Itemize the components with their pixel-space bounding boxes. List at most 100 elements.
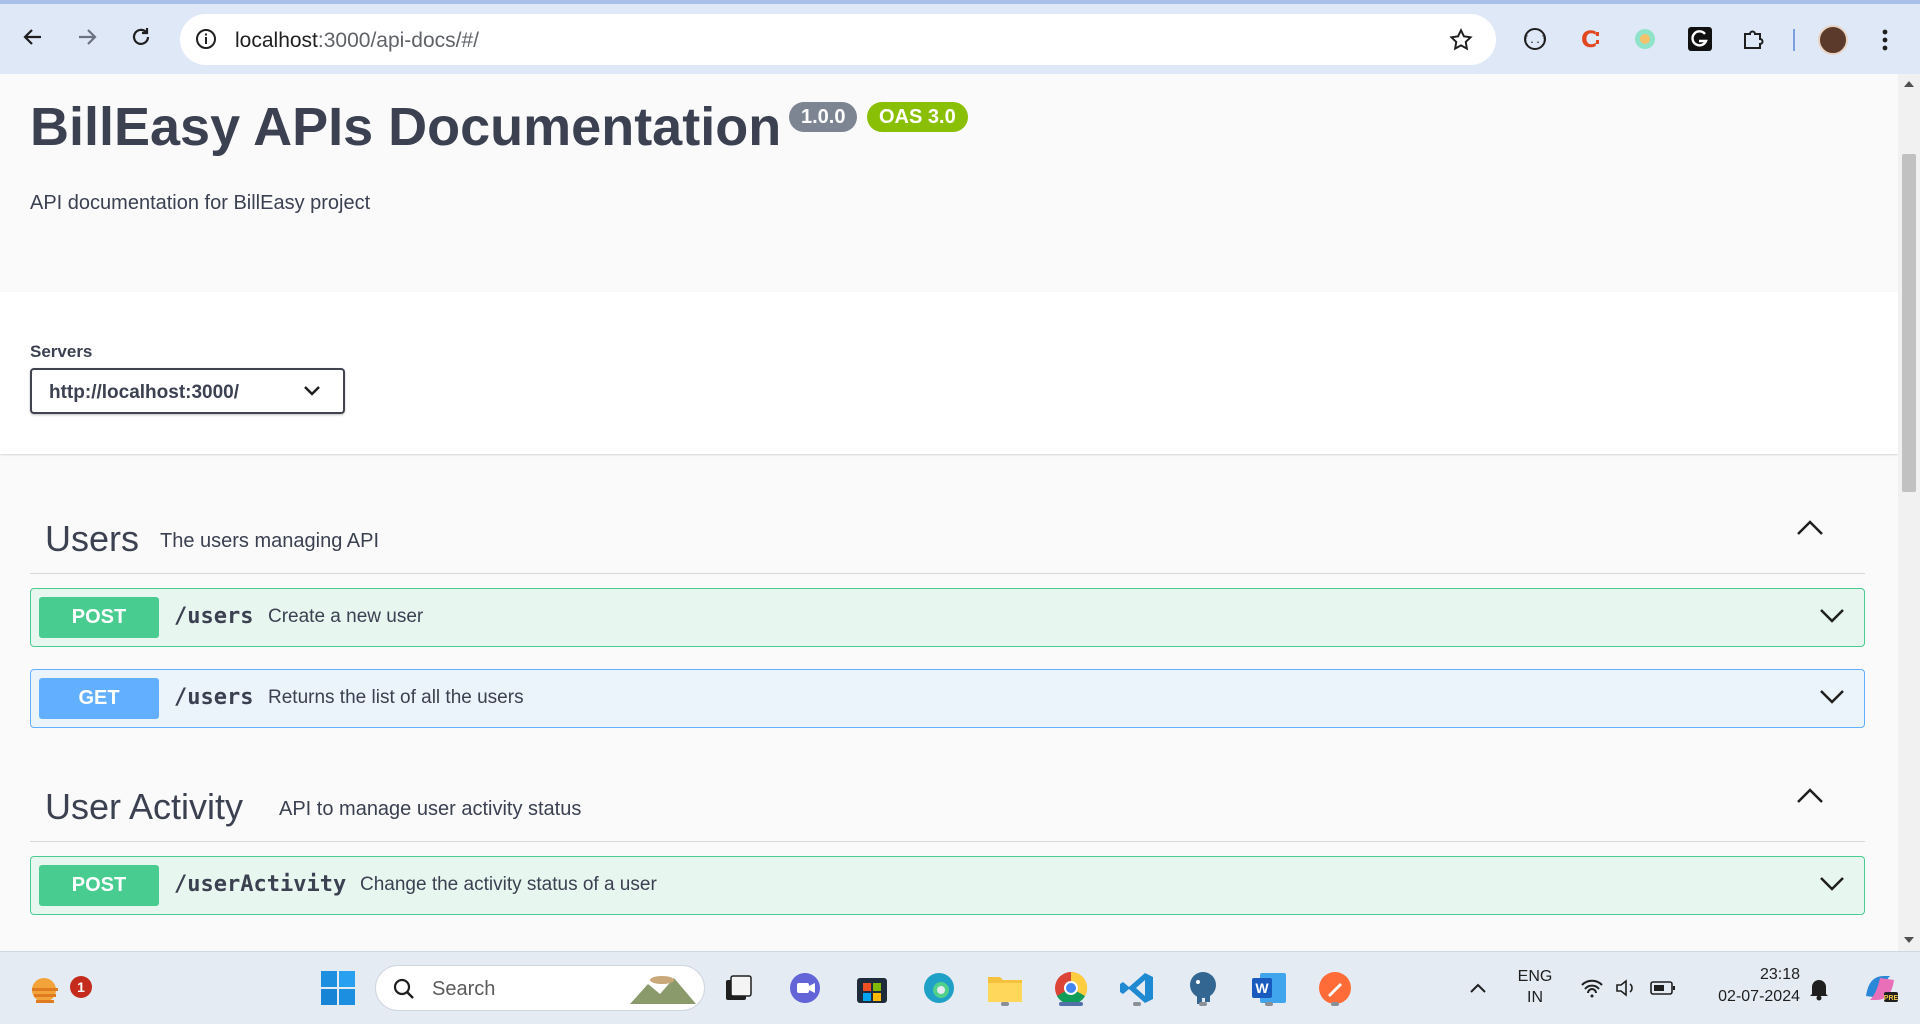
meet-app[interactable] xyxy=(783,966,827,1010)
server-selected-value: http://localhost:3000/ xyxy=(49,382,240,403)
store-icon xyxy=(857,978,887,1003)
extension-code-icon[interactable]: {..} xyxy=(1520,24,1550,54)
notification-bell-icon[interactable] xyxy=(1808,977,1830,1001)
server-select[interactable]: http://localhost:3000/ xyxy=(30,368,345,414)
clock-time: 23:18 xyxy=(1759,966,1800,983)
search-highlight-icon xyxy=(630,976,696,1004)
address-bar[interactable]: localhost:3000/api-docs/#/ xyxy=(180,14,1496,65)
start-button[interactable] xyxy=(316,966,360,1010)
operation-summary: Create a new user xyxy=(268,606,424,627)
word-icon: W xyxy=(1252,973,1286,1003)
task-view-button[interactable] xyxy=(716,966,760,1010)
tag-name: User Activity xyxy=(45,786,244,827)
bookmark-star-icon[interactable] xyxy=(1448,27,1474,53)
pgadmin-app[interactable] xyxy=(1181,966,1225,1010)
running-indicator xyxy=(1199,1002,1207,1006)
chevron-down-icon xyxy=(304,386,320,396)
scroll-up-arrow-icon[interactable] xyxy=(1904,80,1914,88)
weather-icon xyxy=(32,978,58,1003)
svg-text:PRE: PRE xyxy=(1884,995,1899,1002)
folder-icon xyxy=(988,977,1022,1002)
svg-text:{..}: {..} xyxy=(1523,35,1547,46)
battery-icon[interactable] xyxy=(1650,979,1676,997)
chevron-down-icon[interactable] xyxy=(1818,605,1846,625)
reload-icon xyxy=(132,28,150,45)
search-placeholder: Search xyxy=(432,978,496,1000)
copilot-button[interactable]: PRE xyxy=(1858,966,1902,1010)
api-description: API documentation for BillEasy project xyxy=(30,192,371,214)
copilot-icon: PRE xyxy=(1866,976,1899,1002)
swagger-page: BillEasy APIs Documentation 1.0.0 OAS 3.… xyxy=(0,74,1898,951)
tag-description: API to manage user activity status xyxy=(279,798,582,820)
url-path: :3000/api-docs/#/ xyxy=(317,29,479,52)
clock[interactable]: 23:18 02-07-2024 xyxy=(1690,966,1800,1006)
tag-user-activity[interactable]: User Activity API to manage user activit… xyxy=(30,762,1865,842)
arrow-right-icon xyxy=(79,29,97,45)
method-badge: POST xyxy=(39,865,159,906)
clock-date: 02-07-2024 xyxy=(1718,988,1800,1005)
video-chat-icon xyxy=(790,973,820,1003)
method-badge: POST xyxy=(39,597,159,638)
edge-app[interactable] xyxy=(917,966,961,1010)
weather-badge: 1 xyxy=(70,976,92,998)
volume-icon[interactable] xyxy=(1614,978,1638,998)
back-button[interactable] xyxy=(16,20,50,54)
search-icon xyxy=(393,978,414,999)
extensions-puzzle-icon[interactable] xyxy=(1738,24,1768,54)
chrome-app[interactable] xyxy=(1049,966,1093,1010)
extension-c-icon[interactable]: C xyxy=(1575,24,1605,54)
operation-path: /userActivity xyxy=(174,872,347,897)
extension-circle-icon[interactable] xyxy=(1630,24,1660,54)
running-indicator xyxy=(1001,1002,1009,1006)
store-app[interactable] xyxy=(850,966,894,1010)
active-indicator xyxy=(1059,1002,1083,1006)
word-app[interactable]: W xyxy=(1247,966,1291,1010)
version-badge: 1.0.0 xyxy=(789,102,858,132)
operation-get-users[interactable]: GET /users Returns the list of all the u… xyxy=(30,669,1865,728)
operation-post-users[interactable]: POST /users Create a new user xyxy=(30,588,1865,647)
forward-button[interactable] xyxy=(70,20,104,54)
site-info-icon[interactable] xyxy=(194,27,218,51)
chevron-down-icon[interactable] xyxy=(1818,686,1846,706)
svg-text:W: W xyxy=(1255,980,1269,996)
extension-g-icon[interactable] xyxy=(1685,24,1715,54)
vscode-app[interactable] xyxy=(1115,966,1159,1010)
vscode-icon xyxy=(1120,973,1153,1003)
operation-summary: Returns the list of all the users xyxy=(268,687,524,708)
windows-logo-icon xyxy=(321,971,355,1005)
weather-widget[interactable]: 1 xyxy=(24,966,92,1010)
chevron-up-icon[interactable] xyxy=(1469,982,1487,994)
method-badge: GET xyxy=(39,678,159,719)
servers-label: Servers xyxy=(30,342,93,361)
windows-taskbar: 1 Search W ENG IN 23:18 02-07-2024 PRE xyxy=(0,951,1920,1024)
chevron-down-icon[interactable] xyxy=(1818,873,1846,893)
language-indicator[interactable]: ENG IN xyxy=(1510,968,1560,1007)
api-info: BillEasy APIs Documentation 1.0.0 OAS 3.… xyxy=(0,74,1898,292)
postman-app[interactable] xyxy=(1313,966,1357,1010)
chevron-up-icon[interactable] xyxy=(1795,518,1825,538)
scroll-down-arrow-icon[interactable] xyxy=(1904,936,1914,944)
operation-post-useractivity[interactable]: POST /userActivity Change the activity s… xyxy=(30,856,1865,915)
profile-avatar[interactable] xyxy=(1818,25,1848,55)
taskbar-search[interactable]: Search xyxy=(375,965,705,1011)
postman-icon xyxy=(1319,972,1351,1004)
operation-summary: Change the activity status of a user xyxy=(360,874,657,895)
browser-toolbar: localhost:3000/api-docs/#/ {..} C xyxy=(0,0,1920,74)
url-text[interactable]: localhost:3000/api-docs/#/ xyxy=(235,29,479,53)
more-menu-icon[interactable] xyxy=(1875,27,1895,53)
tag-name: Users xyxy=(45,518,140,559)
edge-icon xyxy=(924,973,954,1003)
region-code: IN xyxy=(1527,989,1543,1006)
tag-users[interactable]: Users The users managing API xyxy=(30,494,1865,574)
wifi-icon[interactable] xyxy=(1580,978,1604,998)
scroll-thumb[interactable] xyxy=(1902,154,1916,492)
file-explorer-app[interactable] xyxy=(983,966,1027,1010)
page-title: BillEasy APIs Documentation xyxy=(30,97,782,157)
language-code: ENG xyxy=(1517,968,1553,985)
page-scrollbar[interactable] xyxy=(1898,74,1920,951)
task-view-icon xyxy=(726,975,752,1000)
reload-button[interactable] xyxy=(124,20,158,54)
chevron-up-icon[interactable] xyxy=(1795,786,1825,806)
running-indicator xyxy=(1331,1002,1339,1006)
running-indicator xyxy=(1133,1002,1141,1006)
